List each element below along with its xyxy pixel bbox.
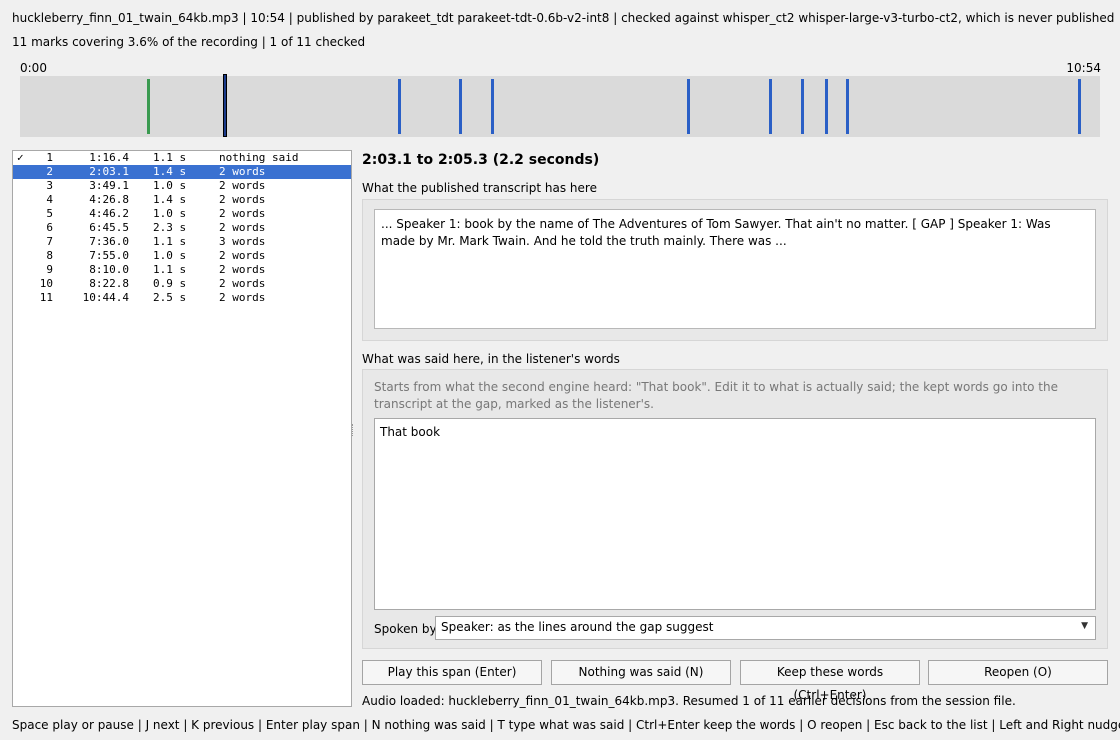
mark-time: 6:45.5 — [89, 221, 129, 234]
list-item[interactable]: 6 6:45.5 2.3 s 2 words — [13, 221, 351, 235]
listener-hint: Starts from what the second engine heard… — [374, 380, 1058, 411]
chevron-down-icon[interactable]: ▼ — [1081, 621, 1088, 631]
mark-description: nothing said — [219, 151, 299, 164]
progress-status: 11 marks covering 3.6% of the recording … — [12, 35, 366, 49]
reopen-button[interactable]: Reopen (O) — [928, 660, 1108, 685]
nothing-said-button[interactable]: Nothing was said (N) — [551, 660, 731, 685]
mark-duration: 2.3 s — [153, 221, 187, 234]
list-item[interactable]: 4 4:26.8 1.4 s 2 words — [13, 193, 351, 207]
spoken-by-label: Spoken by — [374, 622, 437, 636]
file-info-header: huckleberry_finn_01_twain_64kb.mp3 | 10:… — [12, 11, 1115, 25]
timeline-start-label: 0:00 — [20, 61, 47, 75]
check-mark: ✓ — [17, 151, 24, 164]
mark-description: 2 words — [219, 249, 266, 262]
list-item[interactable]: 11 10:44.4 2.5 s 2 words — [13, 291, 351, 305]
mark-duration: 1.1 s — [153, 263, 187, 276]
play-span-button[interactable]: Play this span (Enter) — [362, 660, 542, 685]
timeline-mark-open[interactable] — [769, 79, 773, 134]
mark-time: 4:26.8 — [89, 193, 129, 206]
mark-duration: 0.9 s — [153, 277, 187, 290]
mark-duration: 1.1 s — [153, 151, 187, 164]
mark-description: 2 words — [219, 179, 266, 192]
list-item[interactable]: 5 4:46.2 1.0 s 2 words — [13, 207, 351, 221]
list-item[interactable]: 7 7:36.0 1.1 s 3 words — [13, 235, 351, 249]
mark-duration: 1.0 s — [153, 207, 187, 220]
timeline-mark-open[interactable] — [800, 79, 804, 134]
timeline-mark-open[interactable] — [686, 79, 690, 134]
mark-duration: 1.0 s — [153, 249, 187, 262]
listener-words-group: Starts from what the second engine heard… — [362, 369, 1108, 649]
timeline-mark-open[interactable] — [397, 79, 401, 134]
list-item[interactable]: 10 8:22.8 0.9 s 2 words — [13, 277, 351, 291]
mark-number: 7 — [46, 235, 53, 248]
marks-list[interactable]: ✓ 1 1:16.4 1.1 s nothing said 2 2:03.1 1.4 s 2 w… — [12, 150, 352, 707]
mark-time: 8:22.8 — [89, 277, 129, 290]
mark-duration: 1.4 s — [153, 193, 187, 206]
mark-number: 11 — [39, 291, 53, 304]
mark-number: 9 — [46, 263, 53, 276]
mark-time: 4:46.2 — [89, 207, 129, 220]
published-transcript-label: What the published transcript has here — [362, 181, 597, 195]
mark-time: 10:44.4 — [82, 291, 129, 304]
list-item[interactable]: 8 7:55.0 1.0 s 2 words — [13, 249, 351, 263]
mark-time: 7:36.0 — [89, 235, 129, 248]
keep-words-button[interactable]: Keep these words (Ctrl+Enter) — [740, 660, 920, 702]
mark-number: 6 — [46, 221, 53, 234]
timeline-mark-checked[interactable] — [147, 79, 151, 134]
mark-time: 2:03.1 — [89, 165, 129, 178]
mark-description: 2 words — [219, 277, 266, 290]
mark-description: 2 words — [219, 221, 266, 234]
mark-duration: 2.5 s — [153, 291, 187, 304]
mark-time: 3:49.1 — [89, 179, 129, 192]
speaker-select-value: Speaker: as the lines around the gap sug… — [441, 620, 714, 634]
published-transcript-text: ... Speaker 1: book by the name of The A… — [374, 209, 1096, 329]
mark-description: 2 words — [219, 193, 266, 206]
mark-time: 7:55.0 — [89, 249, 129, 262]
mark-duration: 1.0 s — [153, 179, 187, 192]
mark-number: 5 — [46, 207, 53, 220]
timeline-mark-open[interactable] — [459, 79, 463, 134]
list-item[interactable]: 9 8:10.0 1.1 s 2 words — [13, 263, 351, 277]
span-title: 2:03.1 to 2:05.3 (2.2 seconds) — [362, 152, 600, 168]
mark-time: 1:16.4 — [89, 151, 129, 164]
published-transcript-group: ... Speaker 1: book by the name of The A… — [362, 199, 1108, 341]
list-item[interactable]: 2 2:03.1 1.4 s 2 words — [13, 165, 351, 179]
mark-description: 2 words — [219, 165, 266, 178]
mark-number: 4 — [46, 193, 53, 206]
mark-number: 10 — [39, 277, 53, 290]
mark-duration: 1.1 s — [153, 235, 187, 248]
mark-time: 8:10.0 — [89, 263, 129, 276]
timeline-mark-open[interactable] — [491, 79, 495, 134]
mark-description: 2 words — [219, 207, 266, 220]
speaker-select[interactable]: Speaker: as the lines around the gap sug… — [435, 616, 1096, 640]
timeline[interactable] — [20, 74, 1100, 137]
audio-status: Audio loaded: huckleberry_finn_01_twain_… — [362, 694, 1016, 708]
mark-number: 3 — [46, 179, 53, 192]
listener-words-editor[interactable] — [374, 418, 1096, 610]
listener-words-label: What was said here, in the listener's wo… — [362, 352, 620, 366]
mark-number: 1 — [46, 151, 53, 164]
list-item[interactable]: ✓ 1 1:16.4 1.1 s nothing said — [13, 151, 351, 165]
timeline-mark-open[interactable] — [1078, 79, 1082, 134]
mark-description: 2 words — [219, 263, 266, 276]
timeline-mark-open[interactable] — [825, 79, 829, 134]
mark-description: 3 words — [219, 235, 266, 248]
mark-duration: 1.4 s — [153, 165, 187, 178]
mark-description: 2 words — [219, 291, 266, 304]
timeline-mark-open[interactable] — [846, 79, 850, 134]
mark-number: 8 — [46, 249, 53, 262]
pane-splitter[interactable] — [352, 424, 357, 436]
timeline-end-label: 10:54 — [1066, 61, 1101, 75]
timeline-mark-current[interactable] — [222, 74, 227, 137]
keyboard-shortcuts: Space play or pause | J next | K previou… — [12, 718, 1120, 732]
mark-number: 2 — [46, 165, 53, 178]
list-item[interactable]: 3 3:49.1 1.0 s 2 words — [13, 179, 351, 193]
